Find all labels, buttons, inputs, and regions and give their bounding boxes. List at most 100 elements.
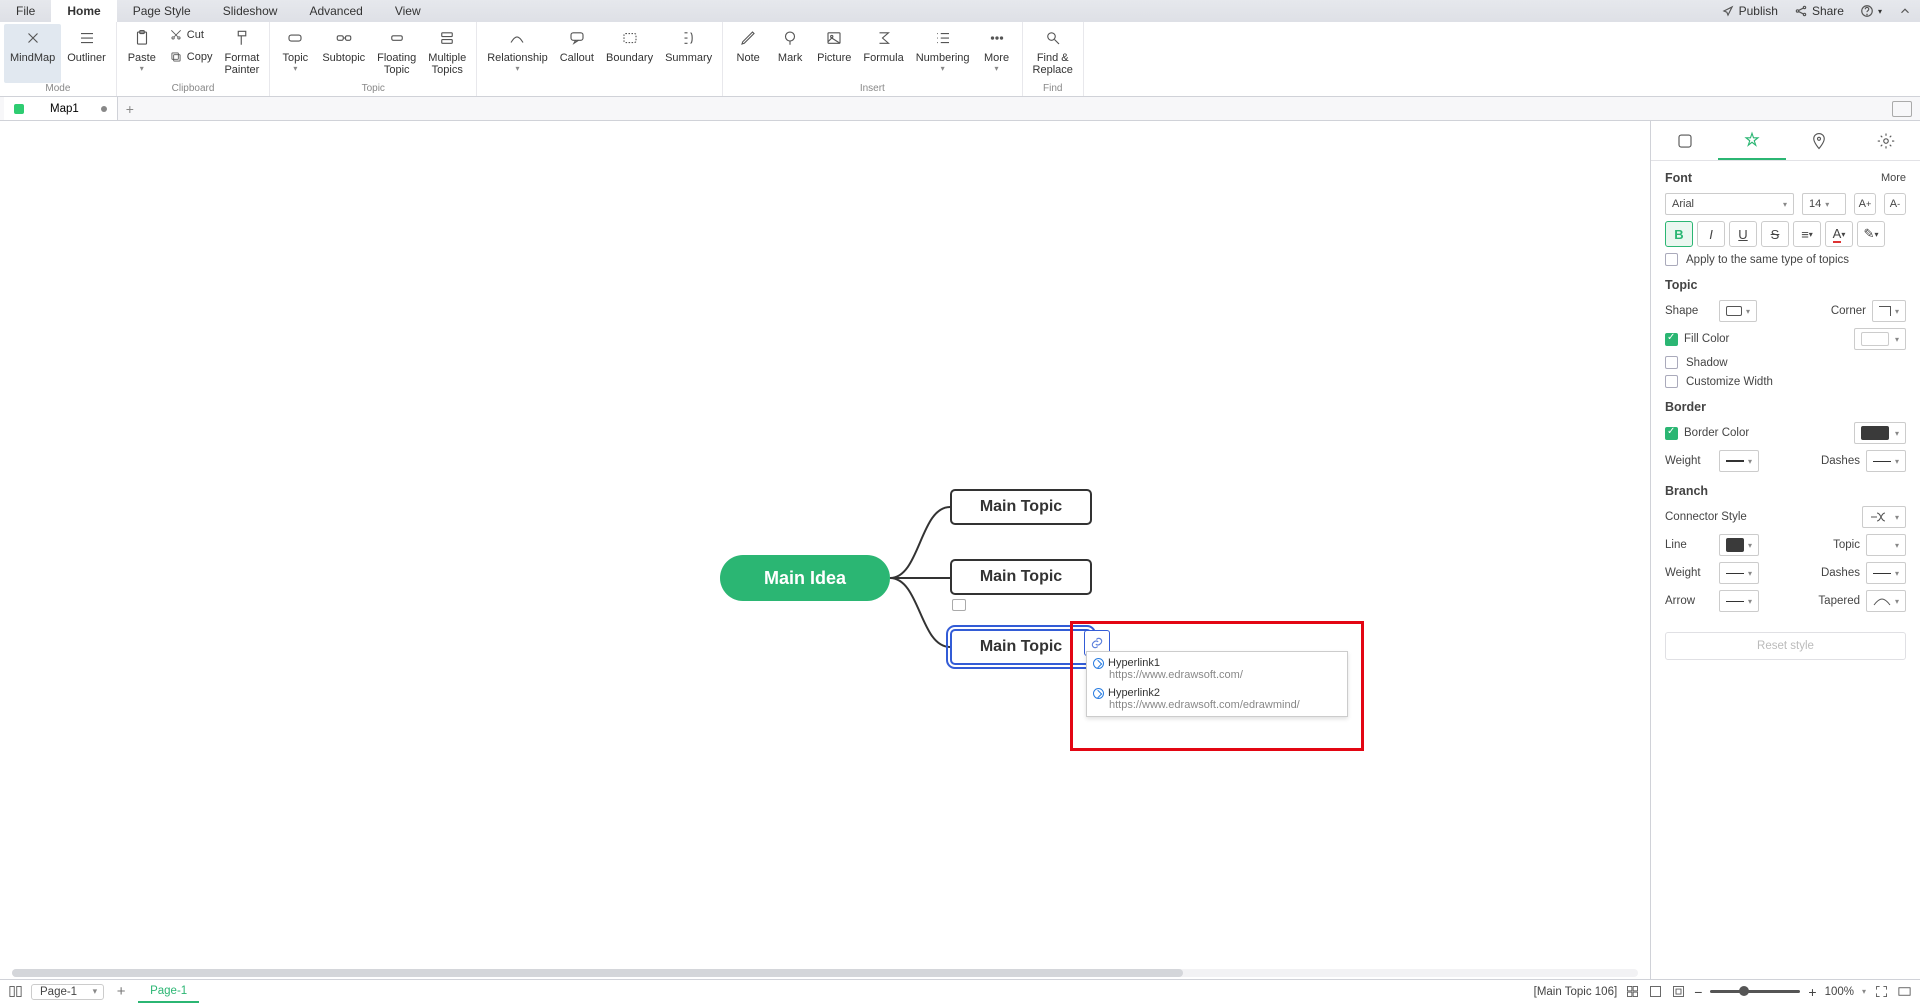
ribbon-group-mode-label: Mode [4, 83, 112, 96]
font-color-button[interactable]: A▾ [1825, 221, 1853, 247]
underline-button[interactable]: U [1729, 221, 1757, 247]
hyperlink-item-2[interactable]: Hyperlink2 https://www.edrawsoft.com/edr… [1087, 684, 1347, 714]
shape-select[interactable]: ▾ [1719, 300, 1757, 322]
paste-button[interactable]: Paste [121, 24, 163, 83]
page-select[interactable]: Page-1 [31, 984, 104, 1000]
menu-slideshow[interactable]: Slideshow [207, 0, 294, 22]
multiple-topics-button[interactable]: Multiple Topics [422, 24, 472, 83]
zoom-in-button[interactable]: + [1808, 984, 1816, 1000]
document-tabrow: Map1 + [0, 97, 1920, 121]
side-tab-style[interactable] [1718, 121, 1785, 160]
border-dashes-label: Dashes [1821, 455, 1860, 467]
border-color-checkbox[interactable] [1665, 427, 1678, 440]
italic-button[interactable]: I [1697, 221, 1725, 247]
increase-font-button[interactable]: A+ [1854, 193, 1876, 215]
font-more-link[interactable]: More [1881, 172, 1906, 184]
fill-color-select[interactable]: ▾ [1854, 328, 1906, 350]
branch-arrow-select[interactable]: ▾ [1719, 590, 1759, 612]
bold-button[interactable]: B [1665, 221, 1693, 247]
help-button[interactable]: ▾ [1852, 4, 1890, 18]
topic-node-1[interactable]: Main Topic [950, 489, 1092, 525]
canvas[interactable]: Main Idea Main Topic Main Topic Main Top… [0, 121, 1650, 979]
add-page-button[interactable]: + [112, 983, 130, 1000]
border-dashes-select[interactable]: ▾ [1866, 450, 1906, 472]
view-grid-icon[interactable] [1625, 984, 1640, 999]
corner-select[interactable]: ▾ [1872, 300, 1906, 322]
format-painter-button[interactable]: Format Painter [218, 24, 265, 83]
note-button[interactable]: Note [727, 24, 769, 83]
publish-button[interactable]: Publish [1713, 4, 1786, 18]
highlight-button[interactable]: ✎▾ [1857, 221, 1885, 247]
page-tab-1[interactable]: Page-1 [138, 980, 199, 1003]
branch-section-title: Branch [1665, 484, 1906, 498]
font-family-select[interactable]: Arial▾ [1665, 193, 1794, 215]
menu-view[interactable]: View [379, 0, 437, 22]
menu-page-style[interactable]: Page Style [117, 0, 207, 22]
menu-advanced[interactable]: Advanced [293, 0, 378, 22]
branch-dashes-label: Dashes [1821, 567, 1860, 579]
fit-width-icon[interactable] [1897, 984, 1912, 999]
pages-panel-icon[interactable] [8, 984, 23, 999]
menu-file[interactable]: File [0, 0, 51, 22]
boundary-button[interactable]: Boundary [600, 24, 659, 94]
summary-button[interactable]: Summary [659, 24, 718, 94]
zoom-slider[interactable] [1710, 990, 1800, 993]
view-single-icon[interactable] [1648, 984, 1663, 999]
relationship-button[interactable]: Relationship [481, 24, 554, 94]
border-color-select[interactable]: ▾ [1854, 422, 1906, 444]
branch-line-label: Line [1665, 539, 1713, 551]
reset-style-button[interactable]: Reset style [1665, 632, 1906, 660]
apply-same-checkbox[interactable] [1665, 253, 1678, 266]
topic-expand-handle[interactable] [952, 599, 966, 611]
menu-home[interactable]: Home [51, 0, 116, 22]
formula-button[interactable]: Formula [857, 24, 909, 83]
cut-button[interactable]: Cut [163, 24, 219, 46]
floating-topic-button[interactable]: Floating Topic [371, 24, 422, 83]
ribbon: MindMap Outliner Mode Paste Cut Copy For… [0, 22, 1920, 97]
topic-section-title: Topic [1665, 278, 1906, 292]
customize-width-checkbox[interactable] [1665, 375, 1678, 388]
callout-button[interactable]: Callout [554, 24, 600, 94]
horizontal-scrollbar[interactable] [12, 969, 1638, 979]
topic-button[interactable]: Topic [274, 24, 316, 83]
find-replace-button[interactable]: Find & Replace [1027, 24, 1079, 83]
branch-dashes-select[interactable]: ▾ [1866, 562, 1906, 584]
branch-topic-select[interactable]: ▾ [1866, 534, 1906, 556]
zoom-value[interactable]: 100% [1825, 986, 1854, 998]
border-weight-select[interactable]: ▾ [1719, 450, 1759, 472]
fit-page-icon[interactable] [1671, 984, 1686, 999]
fill-color-checkbox[interactable] [1665, 333, 1678, 346]
topic-node-2[interactable]: Main Topic [950, 559, 1092, 595]
collapse-ribbon-button[interactable] [1890, 4, 1920, 18]
share-button[interactable]: Share [1786, 4, 1852, 18]
add-tab-button[interactable]: + [118, 101, 142, 117]
connector-style-select[interactable]: ▾ [1862, 506, 1906, 528]
hyperlink-item-1[interactable]: Hyperlink1 https://www.edrawsoft.com/ [1087, 654, 1347, 684]
copy-button[interactable]: Copy [163, 46, 219, 68]
align-button[interactable]: ≡▾ [1793, 221, 1821, 247]
mark-button[interactable]: Mark [769, 24, 811, 83]
strikethrough-button[interactable]: S [1761, 221, 1789, 247]
picture-button[interactable]: Picture [811, 24, 857, 83]
mindmap-mode-button[interactable]: MindMap [4, 24, 61, 83]
outliner-mode-button[interactable]: Outliner [61, 24, 112, 83]
branch-tapered-select[interactable]: ▾ [1866, 590, 1906, 612]
branch-tapered-label: Tapered [1818, 595, 1860, 607]
numbering-button[interactable]: Numbering [910, 24, 976, 83]
subtopic-button[interactable]: Subtopic [316, 24, 371, 83]
branch-line-color-select[interactable]: ▾ [1719, 534, 1759, 556]
shadow-checkbox[interactable] [1665, 356, 1678, 369]
side-tab-layout[interactable] [1651, 121, 1718, 160]
side-tab-settings[interactable] [1853, 121, 1920, 160]
hyperlink-tooltip: Hyperlink1 https://www.edrawsoft.com/ Hy… [1086, 651, 1348, 717]
insert-more-button[interactable]: More [976, 24, 1018, 83]
branch-weight-select[interactable]: ▾ [1719, 562, 1759, 584]
decrease-font-button[interactable]: A- [1884, 193, 1906, 215]
zoom-out-button[interactable]: − [1694, 984, 1702, 1000]
tabrow-view-toggle[interactable] [1892, 101, 1912, 117]
fullscreen-icon[interactable] [1874, 984, 1889, 999]
main-idea-node[interactable]: Main Idea [720, 555, 890, 601]
font-size-select[interactable]: 14▾ [1802, 193, 1846, 215]
side-tab-map[interactable] [1786, 121, 1853, 160]
document-tab-1[interactable]: Map1 [4, 97, 118, 120]
